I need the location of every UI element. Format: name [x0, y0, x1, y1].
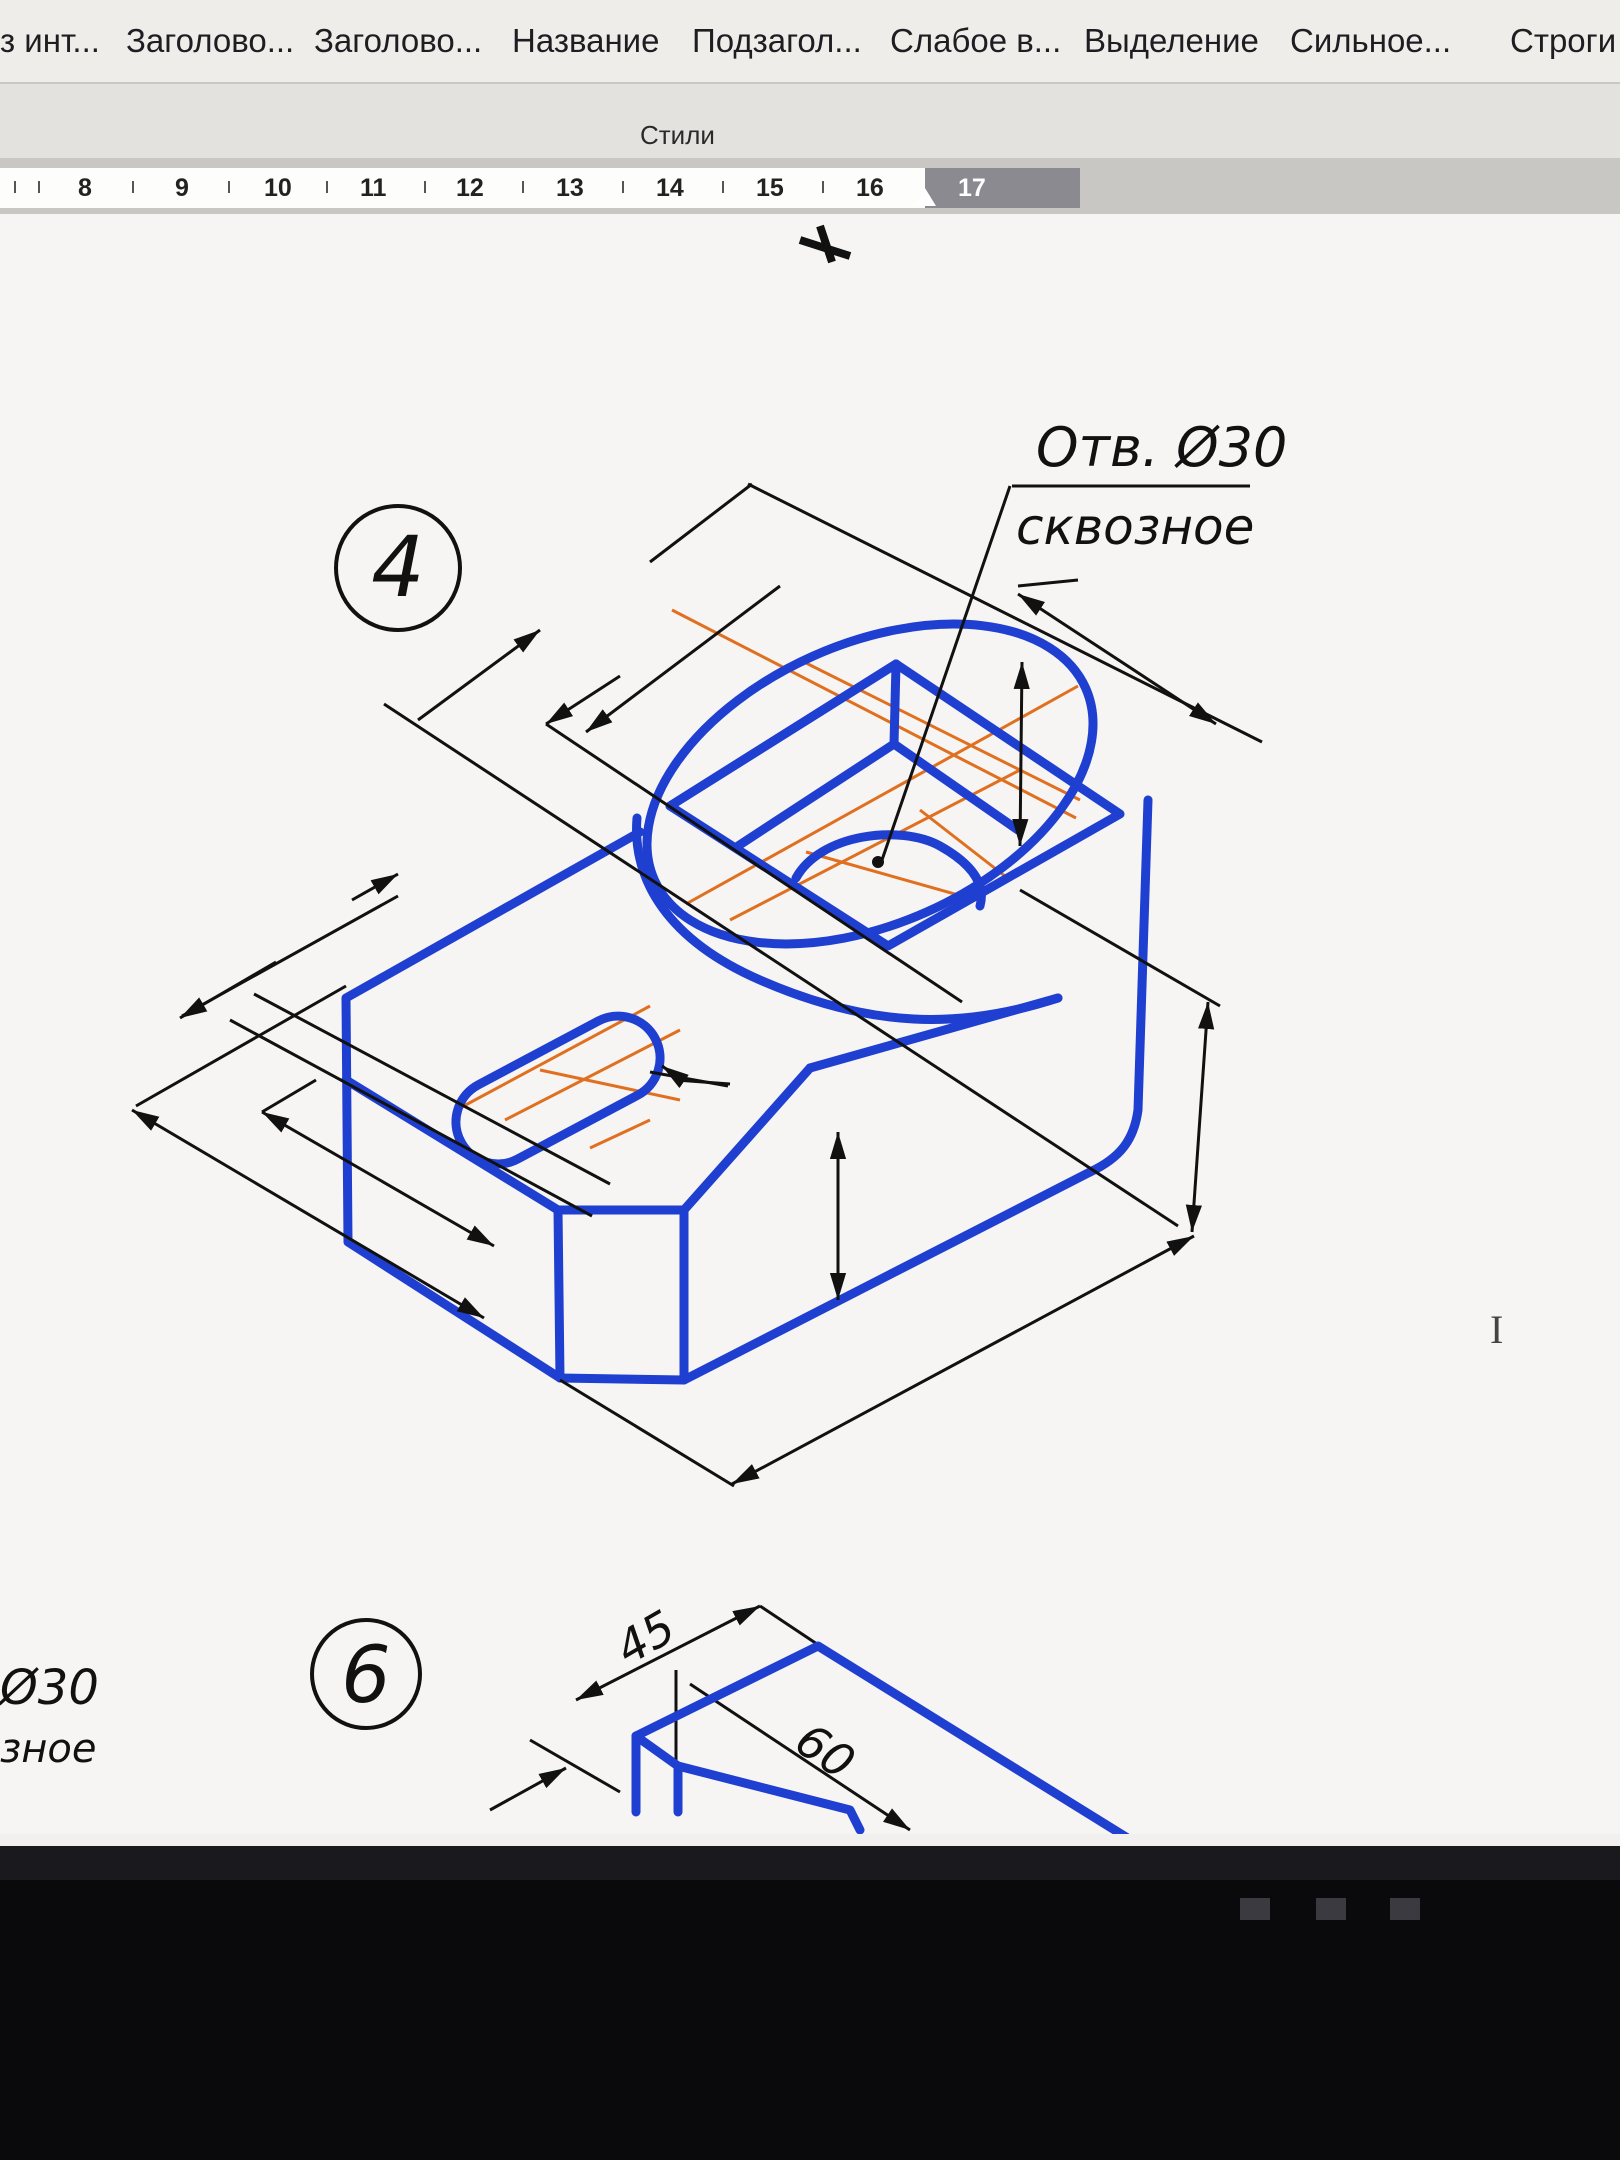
figure6-dimension-lines [489, 1604, 911, 1832]
styles-group-label: Стили [640, 120, 715, 150]
style-intense-emphasis[interactable]: Сильное... [1290, 22, 1451, 60]
style-strong[interactable]: Строги [1510, 22, 1616, 60]
styles-ribbon: з инт... Заголово... Заголово... Названи… [0, 0, 1620, 84]
dim-45: 45 [607, 1599, 685, 1675]
style-subtitle[interactable]: Подзагол... [692, 22, 862, 60]
ruler-tick [722, 181, 724, 193]
hole-leader-dot [872, 856, 884, 868]
ruler-tick [132, 181, 134, 193]
ruler-tick [38, 181, 40, 193]
hole-note-line1: Отв. Ø30 [1036, 416, 1287, 479]
ruler-tick [822, 181, 824, 193]
ruler-right-margin[interactable] [925, 168, 1080, 208]
ruler-number: 13 [556, 174, 584, 202]
status-bar [0, 1846, 1620, 1880]
dim-60: 60 [786, 1712, 865, 1790]
prev-note-line2: зное [0, 1726, 97, 1772]
figure6-part-outline [631, 1641, 1130, 1834]
ruler-number: 17 [958, 174, 986, 202]
style-heading-1[interactable]: Заголово... [126, 22, 294, 60]
technical-drawing: 4 Отв. Ø30 сквозное 6 Ø30 зное 45 60 [0, 224, 1287, 1834]
ruler-tick [228, 181, 230, 193]
figure-number-6: 6 [341, 1631, 391, 1721]
prev-note-texts: Ø30 зное [0, 1660, 99, 1772]
ruler-number: 10 [264, 174, 292, 202]
style-subtle-emphasis[interactable]: Слабое в... [890, 22, 1061, 60]
ruler-tick [424, 181, 426, 193]
hole-note-line2: сквозное [1016, 498, 1254, 556]
style-item-0[interactable]: з инт... [0, 22, 100, 60]
prev-note-line1: Ø30 [0, 1660, 99, 1716]
ruler-number: 8 [78, 174, 92, 202]
text-cursor-ibeam: I [1490, 1307, 1504, 1352]
read-mode-view-button[interactable] [1240, 1898, 1270, 1920]
styles-group: Стили [0, 84, 1620, 159]
ruler-number: 16 [856, 174, 884, 202]
style-title[interactable]: Название [512, 22, 659, 60]
ruler-number: 12 [456, 174, 484, 202]
document-page[interactable]: 4 Отв. Ø30 сквозное 6 Ø30 зное 45 60 I [0, 214, 1620, 1834]
style-emphasis[interactable]: Выделение [1084, 22, 1259, 60]
ruler-number: 9 [175, 174, 189, 202]
ruler-number: 11 [360, 174, 387, 202]
style-heading-2[interactable]: Заголово... [314, 22, 482, 60]
figure-number-4: 4 [371, 518, 424, 616]
ruler-tick [326, 181, 328, 193]
web-layout-view-button[interactable] [1390, 1898, 1420, 1920]
ruler-tick [622, 181, 624, 193]
right-indent-marker[interactable] [914, 188, 936, 206]
previous-figure-fragment [798, 224, 852, 264]
ruler-number: 15 [756, 174, 784, 202]
ruler-tick [14, 181, 16, 193]
ruler-tick [522, 181, 524, 193]
dimension-lines [131, 482, 1263, 1488]
print-layout-view-button[interactable] [1316, 1898, 1346, 1920]
monitor-screen: з инт... Заголово... Заголово... Названи… [0, 0, 1620, 1880]
ruler-number: 14 [656, 174, 684, 202]
